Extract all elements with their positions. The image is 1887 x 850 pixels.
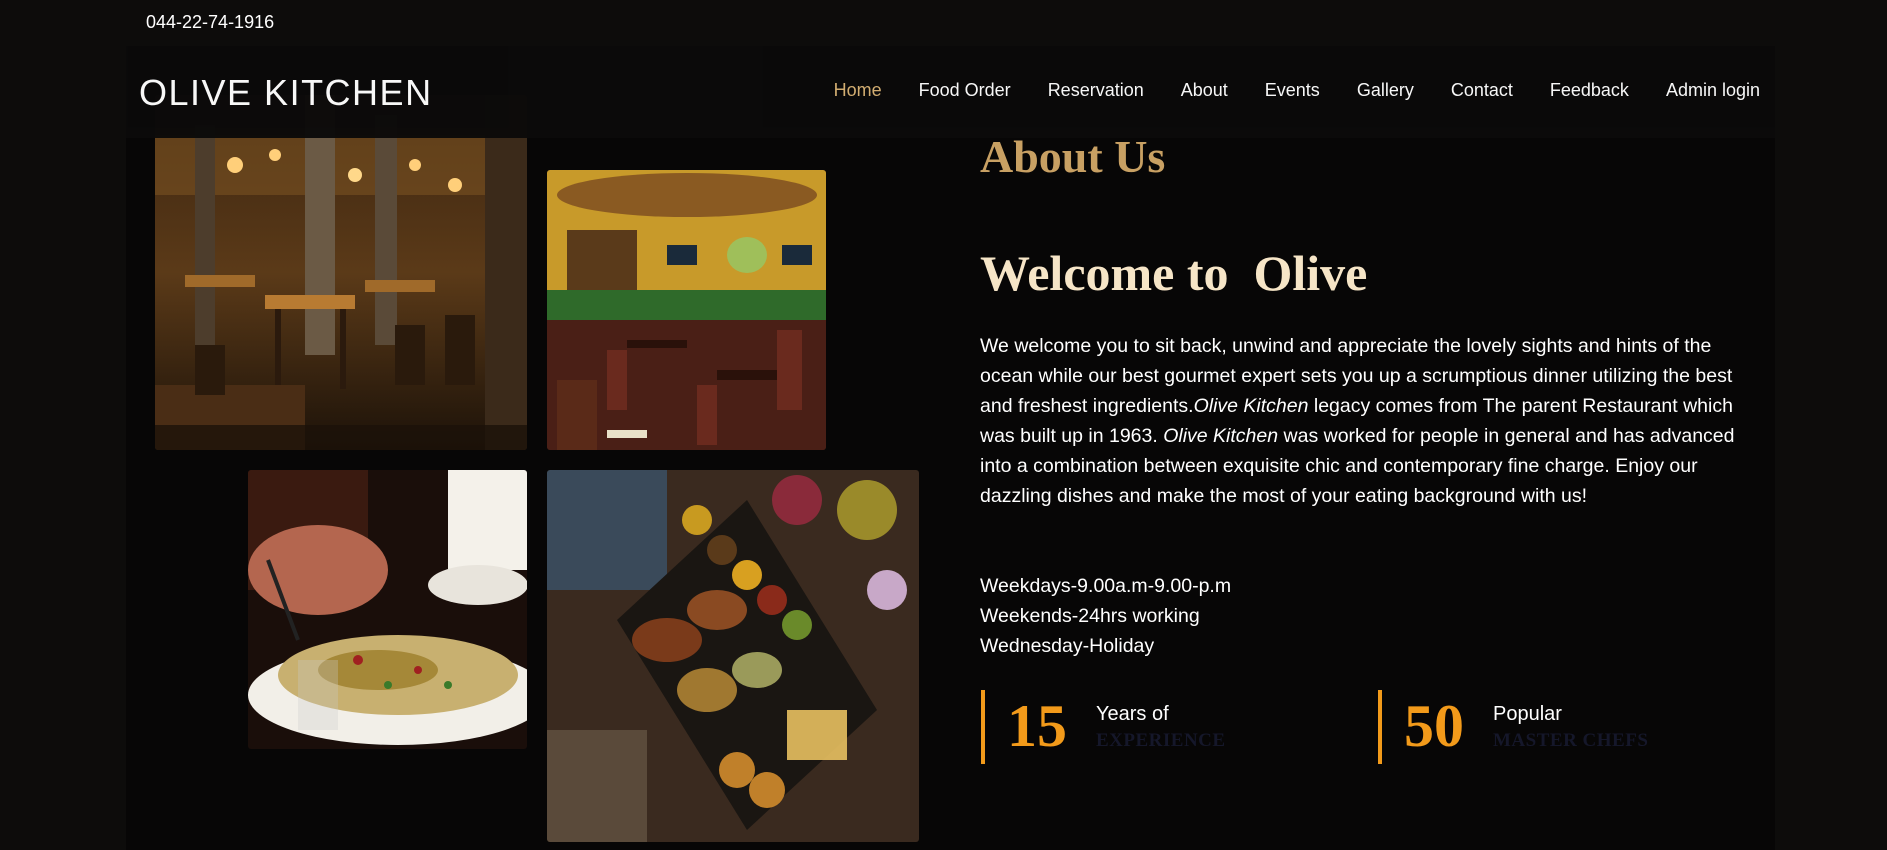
about-paragraph: We welcome you to sit back, unwind and a… <box>980 331 1755 511</box>
stat-number: 15 <box>1007 693 1067 759</box>
top-bar: 044-22-74-1916 <box>126 0 1775 46</box>
navbar: OLIVE KITCHEN Home Food Order Reservatio… <box>126 46 1775 138</box>
para-brand-1: Olive Kitchen <box>1193 395 1309 417</box>
stat-label-bottom: MASTER CHEFS <box>1493 730 1649 751</box>
hours-holiday: Wednesday-Holiday <box>980 635 1155 657</box>
para-brand-2: Olive Kitchen <box>1163 425 1279 447</box>
restaurant-dining-room-photo <box>547 170 826 450</box>
main-nav: Home Food Order Reservation About Events… <box>797 80 1760 101</box>
nav-feedback[interactable]: Feedback <box>1550 80 1629 101</box>
stat-bar <box>1378 690 1382 764</box>
nav-reservation[interactable]: Reservation <box>1048 80 1144 101</box>
nav-admin-login[interactable]: Admin login <box>1666 80 1760 101</box>
stat-master-chefs: 50 Popular MASTER CHEFS <box>1378 690 1678 764</box>
opening-hours: Weekdays-9.00a.m-9.00-p.m Weekends-24hrs… <box>980 571 1231 661</box>
nav-gallery[interactable]: Gallery <box>1357 80 1414 101</box>
pasta-dish-photo <box>248 470 527 749</box>
stat-number: 50 <box>1404 693 1464 759</box>
nav-about[interactable]: About <box>1181 80 1228 101</box>
stat-bar <box>981 690 985 764</box>
stat-label-bottom: EXPERIENCE <box>1096 730 1226 751</box>
nav-events[interactable]: Events <box>1265 80 1320 101</box>
welcome-heading: Welcome to Olive <box>980 245 1368 301</box>
stat-label-top: Popular <box>1493 703 1562 725</box>
nav-home[interactable]: Home <box>834 80 882 101</box>
restaurant-interior-photo <box>155 95 527 450</box>
nav-contact[interactable]: Contact <box>1451 80 1513 101</box>
phone-number: 044-22-74-1916 <box>146 12 275 32</box>
stat-experience: 15 Years of EXPERIENCE <box>981 690 1281 764</box>
brand-logo[interactable]: OLIVE KITCHEN <box>139 72 433 114</box>
grill-platter-photo <box>547 470 919 842</box>
hours-weekdays: Weekdays-9.00a.m-9.00-p.m <box>980 575 1232 597</box>
page: 044-22-74-1916 OLIVE KITCHEN Home Food O… <box>0 0 1887 850</box>
content-container: 044-22-74-1916 OLIVE KITCHEN Home Food O… <box>126 0 1775 850</box>
nav-food-order[interactable]: Food Order <box>919 80 1011 101</box>
hours-weekends: Weekends-24hrs working <box>980 605 1200 627</box>
stat-label-top: Years of <box>1096 703 1169 725</box>
